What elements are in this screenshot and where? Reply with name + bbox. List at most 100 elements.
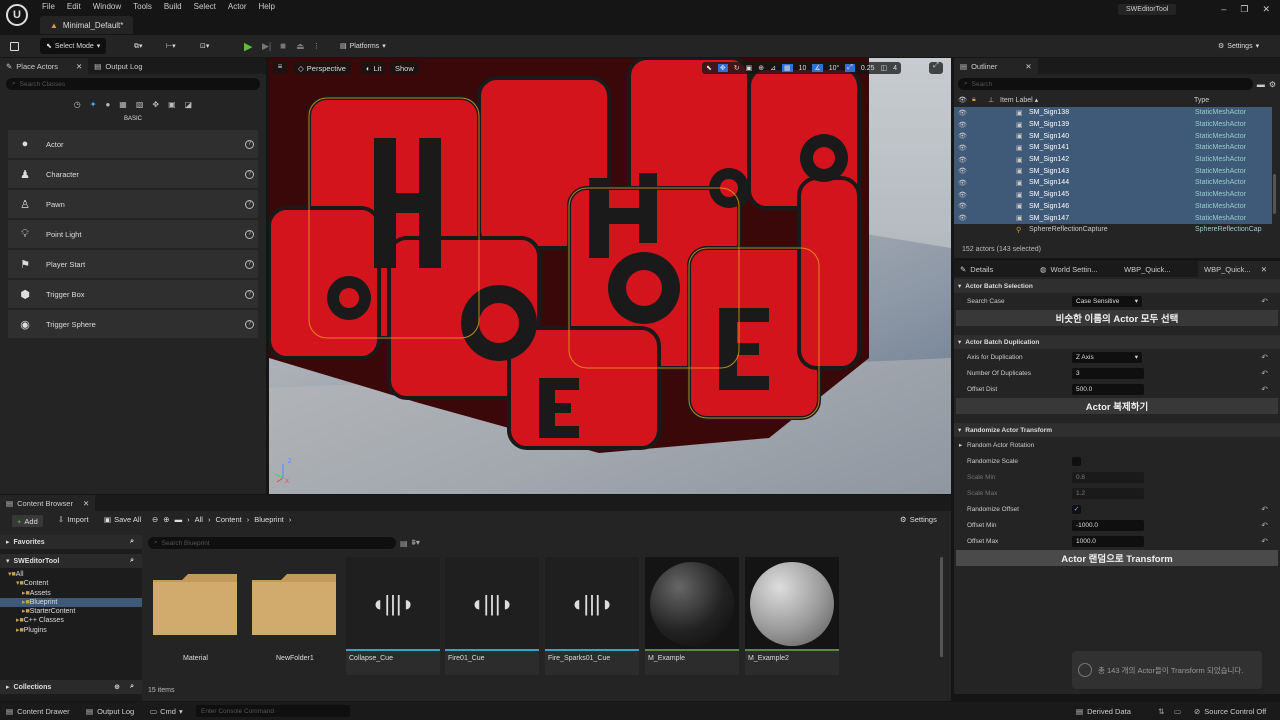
visibility-icon[interactable]: 👁︎ <box>958 132 967 140</box>
asset-tile-folder[interactable]: Material <box>148 557 242 675</box>
reset-icon[interactable]: ↶ <box>1261 369 1268 378</box>
breadcrumb-blueprint[interactable]: Blueprint <box>254 515 284 524</box>
outliner-row[interactable]: 👁︎ ▣ SM_Sign147 StaticMeshActor <box>954 212 1272 224</box>
stop-icon[interactable]: ■ <box>280 38 286 54</box>
angle-snap-value[interactable]: 10° <box>829 65 840 72</box>
scale-tool-icon[interactable]: ▣ <box>746 64 753 72</box>
visibility-icon[interactable]: 👁︎ <box>958 121 967 129</box>
item-label-column[interactable]: Item Label ▴ <box>1000 96 1038 104</box>
reset-icon[interactable]: ↶ <box>1261 297 1268 306</box>
actor-item-actor[interactable]: ● Actor ? <box>8 130 258 158</box>
breadcrumb-content[interactable]: Content <box>215 515 241 524</box>
all-classes-icon[interactable]: ◪ <box>185 100 193 109</box>
platforms-dropdown[interactable]: ▤ Platforms ▾ <box>340 38 386 54</box>
close-icon[interactable]: ✕ <box>1261 265 1267 274</box>
show-button[interactable]: Show <box>390 62 419 74</box>
viewport-scene[interactable] <box>269 58 951 494</box>
tab-wbp-quick-1[interactable]: WBP_Quick... <box>1118 261 1198 277</box>
source-control-button[interactable]: ⊘ Source Control Off <box>1194 707 1266 716</box>
source-control-sync-icon[interactable]: ⇅ <box>1158 707 1164 716</box>
offset-dist-input[interactable]: 500.0 <box>1072 383 1144 395</box>
geometry-icon[interactable]: ✥ <box>152 100 159 109</box>
outliner-settings-icon[interactable]: ⚙ <box>1269 80 1276 89</box>
reset-icon[interactable]: ↶ <box>1261 385 1268 394</box>
visibility-icon[interactable]: 👁︎ <box>958 144 967 152</box>
actor-item-point-light[interactable]: 💡︎ Point Light ? <box>8 220 258 248</box>
visibility-icon[interactable]: 👁︎ <box>958 214 967 222</box>
search-icon[interactable]: ⌕ <box>130 557 134 565</box>
source-control-check-icon[interactable]: ▭ <box>1174 707 1181 716</box>
tree-item-all[interactable]: ▾■All <box>0 570 142 579</box>
lights-icon[interactable]: ● <box>105 100 110 109</box>
section-randomize-actor-transform[interactable]: ▾ Randomize Actor Transform <box>954 423 1280 437</box>
maximize-icon[interactable]: ❐ <box>1240 4 1248 15</box>
duplicate-actor-button[interactable]: Actor 복제하기 <box>956 398 1278 414</box>
import-button[interactable]: ⇩ Import <box>58 515 89 524</box>
angle-snap-icon[interactable]: ∡ <box>812 64 823 72</box>
asset-tile-folder[interactable]: NewFolder1 <box>247 557 341 675</box>
tab-world-settings[interactable]: ◍ World Settin... <box>1034 261 1118 277</box>
lock-column-icon[interactable]: 🔒︎ <box>972 96 976 104</box>
close-icon[interactable]: ✕ <box>1262 4 1270 15</box>
outliner-row[interactable]: 👁︎ ▣ SM_Sign146 StaticMeshActor <box>954 200 1272 213</box>
content-settings-button[interactable]: ⚙ Settings <box>900 515 937 524</box>
randomize-scale-checkbox[interactable] <box>1072 456 1081 466</box>
offset-max-input[interactable]: 1000.0 <box>1072 535 1144 547</box>
duplicates-input[interactable]: 3 <box>1072 367 1144 379</box>
help-icon[interactable]: ? <box>245 199 254 209</box>
back-icon[interactable]: ⊖ <box>152 515 158 524</box>
tab-output-log[interactable]: ▤ Output Log <box>88 58 148 74</box>
menu-tools[interactable]: Tools <box>127 1 158 13</box>
help-icon[interactable]: ? <box>245 139 254 149</box>
menu-actor[interactable]: Actor <box>222 1 253 13</box>
play-options-icon[interactable]: ⋮ <box>313 38 320 54</box>
visibility-icon[interactable]: 👁︎ <box>958 191 967 199</box>
outliner-search-input[interactable]: ⌕ Search <box>958 78 1253 90</box>
help-icon[interactable]: ? <box>245 169 254 179</box>
project-tab[interactable]: ▲ Minimal_Default* <box>40 16 134 34</box>
outliner-row[interactable]: 👁︎ ▣ SM_Sign139 StaticMeshActor <box>954 118 1272 131</box>
tab-place-actors[interactable]: ✎ Place Actors ✕ <box>0 58 89 74</box>
search-icon[interactable]: ⌕ <box>130 538 134 546</box>
visibility-icon[interactable]: 👁︎ <box>958 202 967 210</box>
tab-wbp-quick-2[interactable]: WBP_Quick... ✕ <box>1198 261 1280 277</box>
pin-column-icon[interactable]: ⊥ <box>988 96 994 104</box>
outliner-row[interactable]: 👁︎ ▣ SM_Sign145 StaticMeshActor <box>954 188 1272 201</box>
random-rotation-row[interactable]: ▸ Random Actor Rotation <box>954 437 1280 453</box>
camera-speed-icon[interactable]: ◫ <box>881 64 888 72</box>
select-tool-icon[interactable]: ⬉ <box>706 64 712 72</box>
tree-item-assets[interactable]: ▸■Assets <box>0 589 142 598</box>
console-input[interactable]: Enter Console Command <box>196 705 350 717</box>
close-icon[interactable]: ✕ <box>1025 62 1031 71</box>
actor-item-pawn[interactable]: ♙ Pawn ? <box>8 190 258 218</box>
add-collection-icon[interactable]: ⊕ <box>114 683 120 691</box>
asset-tile-sound-cue[interactable]: ◖|||◗ Fire_Sparks01_Cue <box>545 557 639 675</box>
randomize-transform-button[interactable]: Actor 랜덤으로 Transform <box>956 550 1278 566</box>
forward-icon[interactable]: ⊕ <box>163 515 169 524</box>
scale-min-input[interactable]: 0.8 <box>1072 471 1144 483</box>
level-viewport[interactable]: Z X ≡ ◇ Perspective ◐ Lit Show ⬉ ✥ ↻ ▣ ⊕… <box>269 58 951 494</box>
close-icon[interactable]: ✕ <box>76 62 82 71</box>
tab-content-browser[interactable]: ▤ Content Browser ✕ <box>0 495 96 511</box>
menu-window[interactable]: Window <box>87 1 127 13</box>
axis-select[interactable]: Z Axis ▾ <box>1072 351 1142 363</box>
outliner-scrollbar[interactable] <box>1273 174 1276 214</box>
scale-max-input[interactable]: 1.2 <box>1072 487 1144 499</box>
scale-snap-icon[interactable]: ⤢ <box>845 64 855 72</box>
eject-icon[interactable]: ⏏ <box>296 38 305 54</box>
reset-icon[interactable]: ↶ <box>1261 537 1268 546</box>
unreal-logo-icon[interactable]: U <box>6 4 28 26</box>
basic-icon[interactable]: ✦ <box>90 100 97 109</box>
tree-item-cpp-classes[interactable]: ▸■C++ Classes <box>0 616 142 625</box>
help-icon[interactable]: ? <box>245 259 254 269</box>
search-case-select[interactable]: Case Sensitive ▾ <box>1072 295 1142 307</box>
camera-speed-value[interactable]: 4 <box>893 65 897 72</box>
output-log-button[interactable]: ▤ Output Log <box>86 707 134 716</box>
asset-tile-sound-cue[interactable]: ◖|||◗ Collapse_Cue <box>346 557 440 675</box>
cinematics-icon[interactable]: ⊡▾ <box>200 38 209 54</box>
visibility-icon[interactable]: 👁︎ <box>958 167 967 175</box>
reset-icon[interactable]: ↶ <box>1261 353 1268 362</box>
asset-tile-material[interactable]: M_Example <box>645 557 739 675</box>
add-actor-icon[interactable]: ⧉▾ <box>134 38 143 54</box>
project-header[interactable]: ▾ SWEditorTool ⌕ <box>0 554 142 568</box>
